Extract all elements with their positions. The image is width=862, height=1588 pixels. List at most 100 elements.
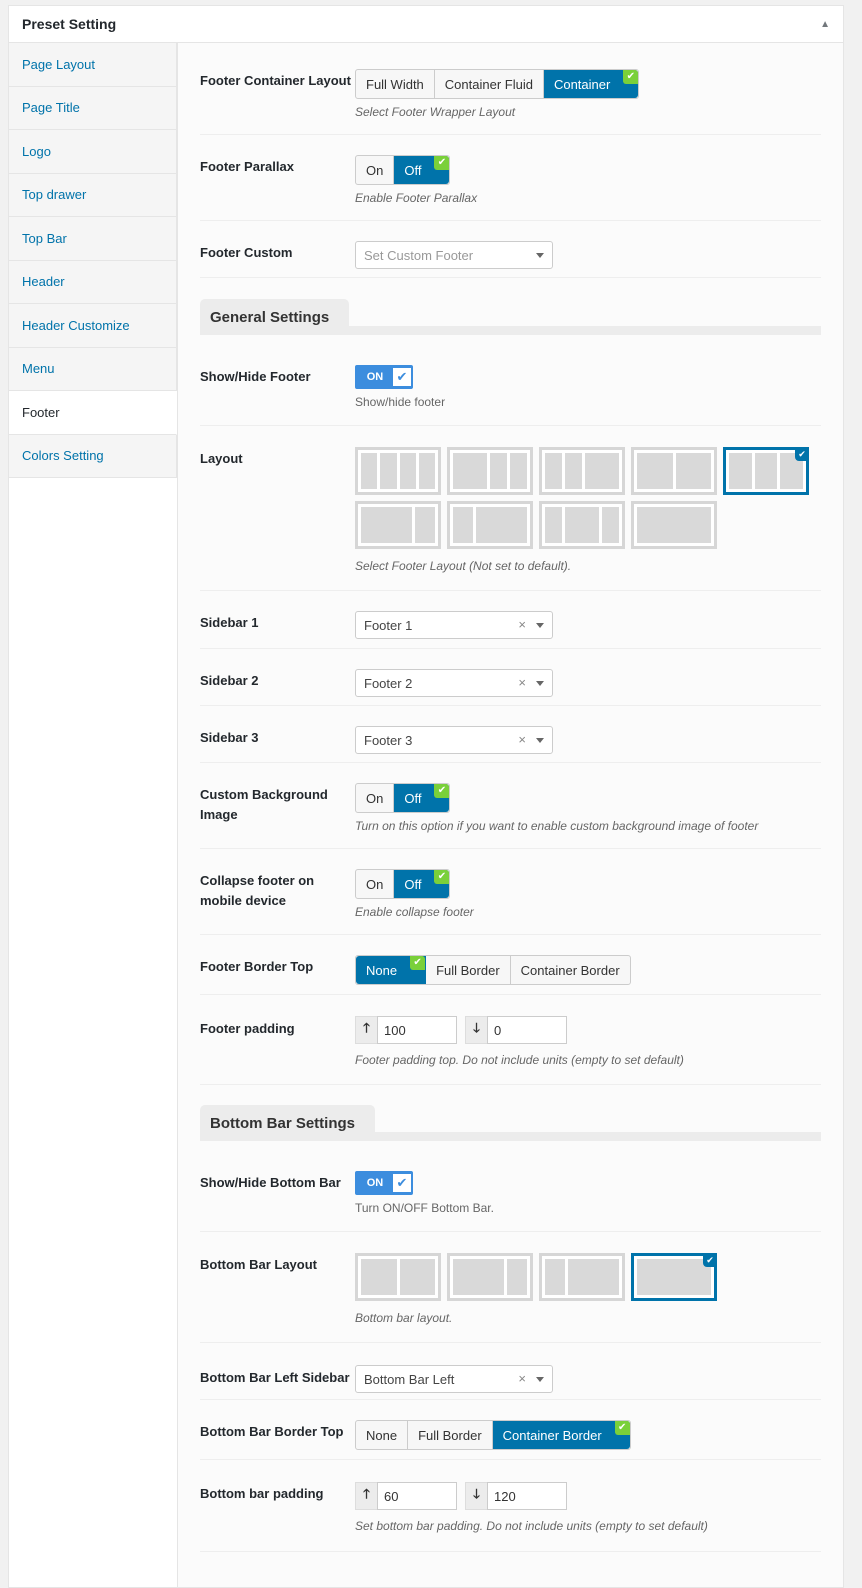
sidebar-1-select[interactable]: Footer 1 × [355,611,553,639]
triangle-up-icon[interactable]: ▲ [820,19,830,30]
layout-option-2-1-1[interactable] [447,447,533,495]
bottom-layout-option-1-2[interactable] [539,1253,625,1301]
sidebar-2-select[interactable]: Footer 2 × [355,669,553,697]
option-full-width[interactable]: Full Width [356,70,435,98]
field-label: Show/Hide Footer [200,369,311,384]
field-label: Footer Parallax [200,159,294,174]
layout-option-2-col[interactable] [631,447,717,495]
tab-colors-setting[interactable]: Colors Setting [9,434,176,478]
field-description: Show/hide footer [355,395,446,409]
row-footer-container-layout: Footer Container Layout Full Width Conta… [200,43,821,135]
option-none[interactable]: None [356,1421,409,1449]
field-label: Bottom Bar Left Sidebar [200,1370,350,1385]
option-full-border[interactable]: Full Border [426,956,511,984]
footer-padding-top-input[interactable] [377,1016,457,1044]
clear-icon[interactable]: × [518,617,526,632]
tab-header-customize[interactable]: Header Customize [9,304,176,348]
panel-header: Preset Setting ▲ [9,6,843,43]
row-show-hide-bottom-bar: Show/Hide Bottom Bar ON ✔ Turn ON/OFF Bo… [200,1147,821,1232]
row-bottom-bar-left-sidebar: Bottom Bar Left Sidebar Bottom Bar Left … [200,1343,821,1400]
row-footer-border-top: Footer Border Top None ✔ Full Border Cont… [200,935,821,995]
field-label: Bottom Bar Layout [200,1257,317,1272]
option-off[interactable]: Off ✔ [394,870,450,898]
field-label: Sidebar 2 [200,673,259,688]
tab-logo[interactable]: Logo [9,130,176,174]
checkmark-icon: ✔ [623,70,639,84]
checkmark-icon: ✔ [434,156,450,170]
bottom-bar-left-sidebar-select[interactable]: Bottom Bar Left × [355,1365,553,1393]
option-off[interactable]: Off ✔ [394,156,450,184]
bottom-layout-option-2-1[interactable] [447,1253,533,1301]
option-on[interactable]: On [356,784,395,812]
field-description: Bottom bar layout. [355,1311,453,1325]
checkmark-icon: ✔ [393,1174,411,1192]
bottom-bar-border-top-buttonset: None Full Border Container Border ✔ [355,1420,631,1450]
settings-sidebar: Page Layout Page Title Logo Top drawer T… [9,43,177,1587]
tab-top-drawer[interactable]: Top drawer [9,173,176,217]
field-description: Enable collapse footer [355,905,474,919]
row-show-hide-footer: Show/Hide Footer ON ✔ Show/hide footer [200,341,821,426]
option-none[interactable]: None ✔ [356,956,427,984]
bottom-layout-option-1col[interactable]: ✔ [631,1253,717,1301]
bottom-bar-padding-bottom-input[interactable] [487,1482,567,1510]
bottom-bar-layout-picker: ✔ [355,1253,815,1301]
bottom-layout-option-2col[interactable] [355,1253,441,1301]
clear-icon[interactable]: × [518,675,526,690]
checkmark-icon: ✔ [434,870,450,884]
layout-option-2-1[interactable] [355,501,441,549]
sidebar-3-select[interactable]: Footer 3 × [355,726,553,754]
row-custom-background-image: Custom Background Image On Off ✔ Turn on … [200,763,821,849]
option-container[interactable]: Container ✔ [543,70,639,98]
caret-down-icon [536,738,544,743]
layout-option-1-1-2[interactable] [539,447,625,495]
field-label: Show/Hide Bottom Bar [200,1175,341,1190]
row-footer-custom: Footer Custom Set Custom Footer [200,221,821,278]
tab-page-title[interactable]: Page Title [9,86,176,130]
layout-option-3col[interactable]: ✔ [723,447,809,495]
option-container-fluid[interactable]: Container Fluid [435,70,544,98]
tab-page-layout[interactable]: Page Layout [9,43,176,87]
footer-layout-picker: ✔ [355,447,815,549]
settings-content: Footer Container Layout Full Width Conta… [177,43,843,1587]
tab-header[interactable]: Header [9,260,176,304]
option-container-border[interactable]: Container Border ✔ [492,1421,630,1449]
tab-footer[interactable]: Footer [9,391,177,435]
panel-title: Preset Setting [22,16,117,32]
field-label: Footer Custom [200,245,293,260]
section-general-settings: General Settings [200,299,821,335]
bottom-bar-padding-top-input[interactable] [377,1482,457,1510]
row-collapse-footer: Collapse footer on mobile device On Off ✔… [200,849,821,935]
clear-icon[interactable]: × [518,732,526,747]
show-hide-bottom-bar-switch[interactable]: ON ✔ [355,1171,413,1195]
option-off[interactable]: Off ✔ [394,784,450,812]
field-label: Footer padding [200,1021,295,1036]
field-label: Bottom Bar Border Top [200,1424,344,1439]
field-description: Turn on this option if you want to enabl… [355,819,759,833]
footer-custom-select[interactable]: Set Custom Footer [355,241,553,269]
arrow-up-icon: 🡑 [355,1482,377,1510]
checkmark-icon: ✔ [614,1421,630,1435]
layout-option-1col[interactable] [631,501,717,549]
layout-option-1-2[interactable] [447,501,533,549]
layout-option-4col[interactable] [355,447,441,495]
option-on[interactable]: On [356,870,395,898]
field-description: Set bottom bar padding. Do not include u… [355,1519,708,1533]
caret-down-icon [536,1377,544,1382]
section-title: Bottom Bar Settings [200,1105,376,1141]
clear-icon[interactable]: × [518,1371,526,1386]
row-bottom-bar-layout: Bottom Bar Layout ✔ Bottom bar layout. [200,1232,821,1343]
option-on[interactable]: On [356,156,395,184]
tab-top-bar[interactable]: Top Bar [9,217,176,261]
option-container-border[interactable]: Container Border [511,956,630,984]
tab-menu[interactable]: Menu [9,347,176,391]
option-full-border[interactable]: Full Border [408,1421,493,1449]
row-bottom-bar-padding: Bottom bar padding 🡑 🡓 Set bottom bar pa… [200,1460,821,1552]
layout-option-1-2-1[interactable] [539,501,625,549]
field-label: Footer Border Top [200,959,314,974]
checkmark-icon: ✔ [434,784,450,798]
footer-padding-bottom-input[interactable] [487,1016,567,1044]
show-hide-footer-switch[interactable]: ON ✔ [355,365,413,389]
row-footer-padding: Footer padding 🡑 🡓 Footer padding top. D… [200,995,821,1085]
field-description: Enable Footer Parallax [355,191,478,205]
field-description: Turn ON/OFF Bottom Bar. [355,1201,494,1215]
